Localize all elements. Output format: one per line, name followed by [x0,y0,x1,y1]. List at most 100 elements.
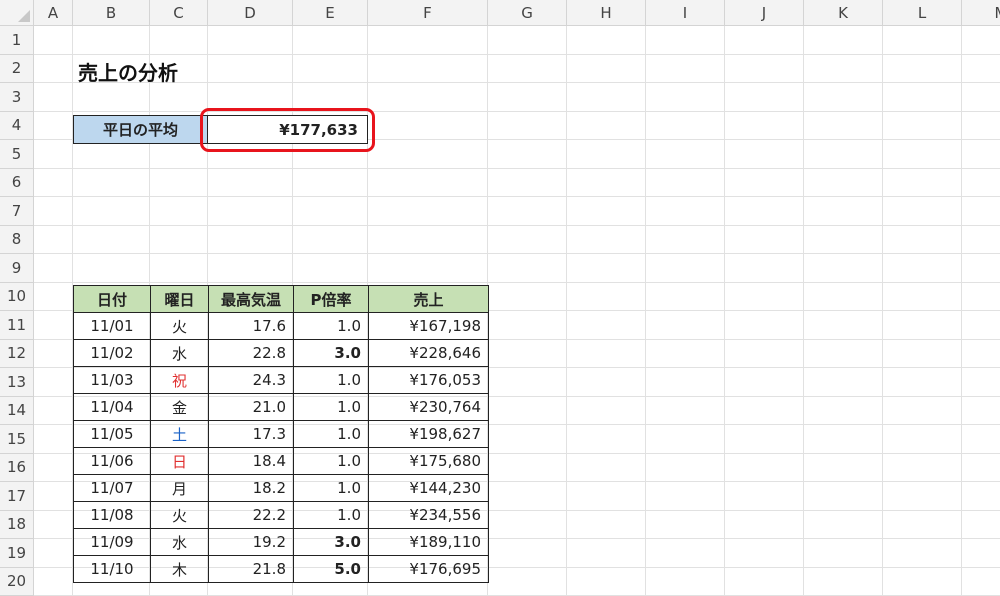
row-header[interactable]: 11 [0,311,34,340]
gridline [34,224,1000,226]
cell-point-rate[interactable]: 1.0 [293,366,369,394]
cell-sales[interactable]: ¥175,680 [368,447,489,475]
row-header[interactable]: 16 [0,453,34,482]
header-day[interactable]: 曜日 [150,285,209,313]
cell-day[interactable]: 水 [150,339,209,367]
highlight-annotation [200,108,375,152]
cell-date[interactable]: 11/07 [73,474,151,502]
cell-point-rate[interactable]: 1.0 [293,501,369,529]
column-header[interactable]: E [293,0,368,26]
cell-sales[interactable]: ¥144,230 [368,474,489,502]
cell-max-temp[interactable]: 17.3 [208,420,294,448]
cell-day[interactable]: 日 [150,447,209,475]
cell-point-rate[interactable]: 1.0 [293,474,369,502]
cell-date[interactable]: 11/02 [73,339,151,367]
row-header[interactable]: 10 [0,282,34,311]
cell-sales[interactable]: ¥228,646 [368,339,489,367]
cell-point-rate[interactable]: 3.0 [293,339,369,367]
select-all-corner[interactable] [0,0,34,26]
row-header[interactable]: 9 [0,254,34,283]
cell-sales[interactable]: ¥167,198 [368,312,489,340]
row-header[interactable]: 6 [0,168,34,197]
cell-sales[interactable]: ¥176,695 [368,555,489,583]
cell-sales[interactable]: ¥176,053 [368,366,489,394]
cell-date[interactable]: 11/03 [73,366,151,394]
column-header[interactable]: D [208,0,293,26]
cell-sales[interactable]: ¥189,110 [368,528,489,556]
cell-max-temp[interactable]: 21.8 [208,555,294,583]
cell-sales[interactable]: ¥234,556 [368,501,489,529]
column-header[interactable]: B [73,0,150,26]
header-max-temp[interactable]: 最高気温 [208,285,294,313]
cell-point-rate[interactable]: 1.0 [293,420,369,448]
row-header[interactable]: 15 [0,425,34,454]
cell-date[interactable]: 11/06 [73,447,151,475]
cell-day[interactable]: 水 [150,528,209,556]
row-header[interactable]: 13 [0,368,34,397]
cell-day[interactable]: 土 [150,420,209,448]
cell-sales[interactable]: ¥198,627 [368,420,489,448]
row-header[interactable]: 5 [0,140,34,169]
cell-max-temp[interactable]: 22.2 [208,501,294,529]
header-sales[interactable]: 売上 [368,285,489,313]
row-header[interactable]: 4 [0,111,34,140]
cell-day[interactable]: 金 [150,393,209,421]
cell-max-temp[interactable]: 19.2 [208,528,294,556]
average-label-cell[interactable]: 平日の平均 [73,115,208,144]
cell-max-temp[interactable]: 18.2 [208,474,294,502]
column-header[interactable]: C [150,0,208,26]
header-date[interactable]: 日付 [73,285,151,313]
row-header[interactable]: 1 [0,26,34,55]
column-header[interactable]: F [368,0,488,26]
cell-max-temp[interactable]: 18.4 [208,447,294,475]
row-header[interactable]: 12 [0,339,34,368]
cell-day[interactable]: 月 [150,474,209,502]
column-header[interactable]: J [725,0,804,26]
table-row: 11/10 木 21.8 5.0 ¥176,695 [73,555,489,583]
column-header[interactable]: A [34,0,73,26]
row-header[interactable]: 3 [0,83,34,112]
row-header[interactable]: 17 [0,482,34,511]
cell-date[interactable]: 11/04 [73,393,151,421]
header-point-rate[interactable]: P倍率 [293,285,369,313]
row-header[interactable]: 8 [0,225,34,254]
column-header[interactable]: M [962,0,1000,26]
cell-day[interactable]: 祝 [150,366,209,394]
cell-point-rate[interactable]: 1.0 [293,447,369,475]
row-header[interactable]: 2 [0,54,34,83]
cell-day[interactable]: 木 [150,555,209,583]
table-header-row: 日付 曜日 最高気温 P倍率 売上 [73,285,489,313]
cell-date[interactable]: 11/05 [73,420,151,448]
column-header[interactable]: H [567,0,646,26]
column-header[interactable]: I [646,0,725,26]
column-header[interactable]: K [804,0,883,26]
cell-date[interactable]: 11/08 [73,501,151,529]
cell-max-temp[interactable]: 17.6 [208,312,294,340]
cell-sales[interactable]: ¥230,764 [368,393,489,421]
cell-max-temp[interactable]: 24.3 [208,366,294,394]
cell-date[interactable]: 11/10 [73,555,151,583]
column-header[interactable]: G [488,0,567,26]
row-header[interactable]: 20 [0,567,34,596]
gridline [34,167,1000,169]
cell-point-rate[interactable]: 5.0 [293,555,369,583]
row-header[interactable]: 14 [0,396,34,425]
gridline [34,196,1000,197]
cell-max-temp[interactable]: 22.8 [208,339,294,367]
cell-date[interactable]: 11/01 [73,312,151,340]
cell-max-temp[interactable]: 21.0 [208,393,294,421]
cell-date[interactable]: 11/09 [73,528,151,556]
table-row: 11/02 水 22.8 3.0 ¥228,646 [73,339,489,367]
cell-point-rate[interactable]: 1.0 [293,393,369,421]
row-header[interactable]: 19 [0,539,34,568]
sales-table: 日付 曜日 最高気温 P倍率 売上 11/01 火 17.6 1.0 ¥167,198 1… [73,285,489,583]
row-header[interactable]: 18 [0,510,34,539]
cell-day[interactable]: 火 [150,312,209,340]
row-header[interactable]: 7 [0,197,34,226]
sheet-title[interactable]: 売上の分析 [78,57,178,86]
column-header[interactable]: L [883,0,962,26]
cell-point-rate[interactable]: 1.0 [293,312,369,340]
table-row: 11/05 土 17.3 1.0 ¥198,627 [73,420,489,448]
cell-point-rate[interactable]: 3.0 [293,528,369,556]
cell-day[interactable]: 火 [150,501,209,529]
